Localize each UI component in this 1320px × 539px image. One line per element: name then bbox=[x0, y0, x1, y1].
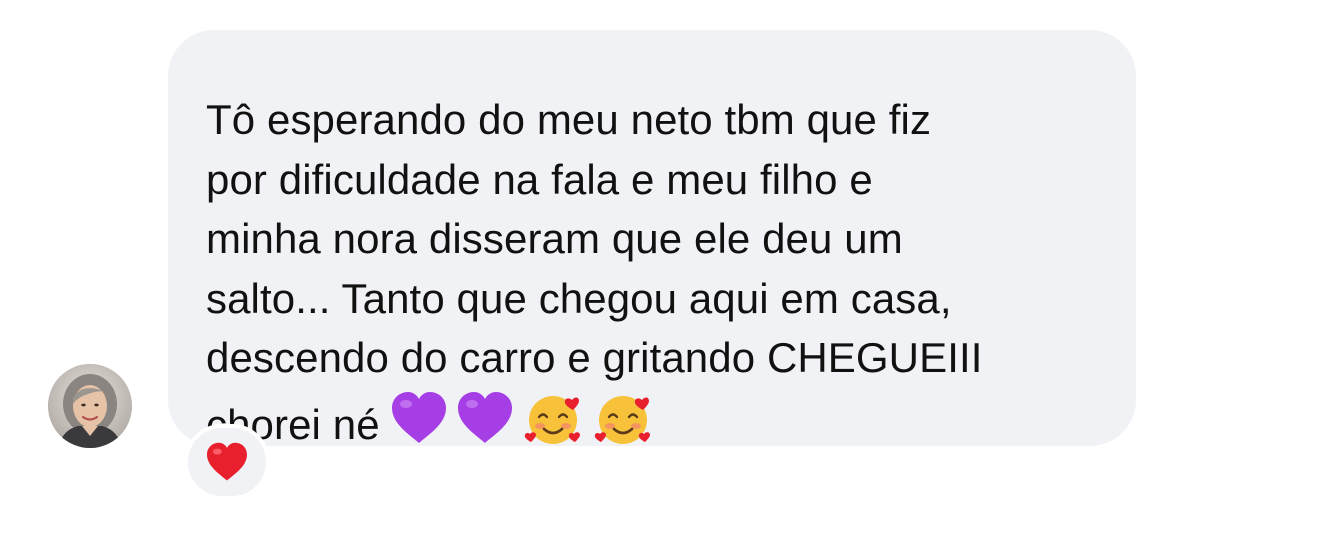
sender-avatar[interactable] bbox=[48, 364, 132, 448]
message-line: salto... Tanto que chegou aqui em casa, bbox=[206, 274, 952, 322]
message-line: minha nora disseram que ele deu um bbox=[206, 215, 903, 262]
message-line: descendo do carro e gritando CHEGUEIII bbox=[206, 334, 983, 381]
reaction-badge[interactable] bbox=[184, 424, 270, 500]
avatar-photo bbox=[48, 364, 132, 448]
emoji-group bbox=[390, 388, 654, 448]
message-line: Tô esperando do meu neto tbm que fiz bbox=[206, 96, 932, 143]
message-text: Tô esperando do meu neto tbm que fiz por… bbox=[206, 90, 1096, 454]
message-last-line: chorei né bbox=[206, 388, 1096, 455]
message-bubble[interactable]: Tô esperando do meu neto tbm que fiz por… bbox=[168, 30, 1136, 448]
purple-heart-icon bbox=[391, 391, 446, 443]
smiling-face-with-hearts-icon bbox=[594, 395, 650, 444]
purple-heart-icon bbox=[457, 391, 512, 443]
message-line: por dificuldade na fala e meu filho e bbox=[206, 155, 873, 203]
red-heart-icon bbox=[207, 442, 247, 481]
smiling-face-with-hearts-icon bbox=[524, 395, 580, 444]
